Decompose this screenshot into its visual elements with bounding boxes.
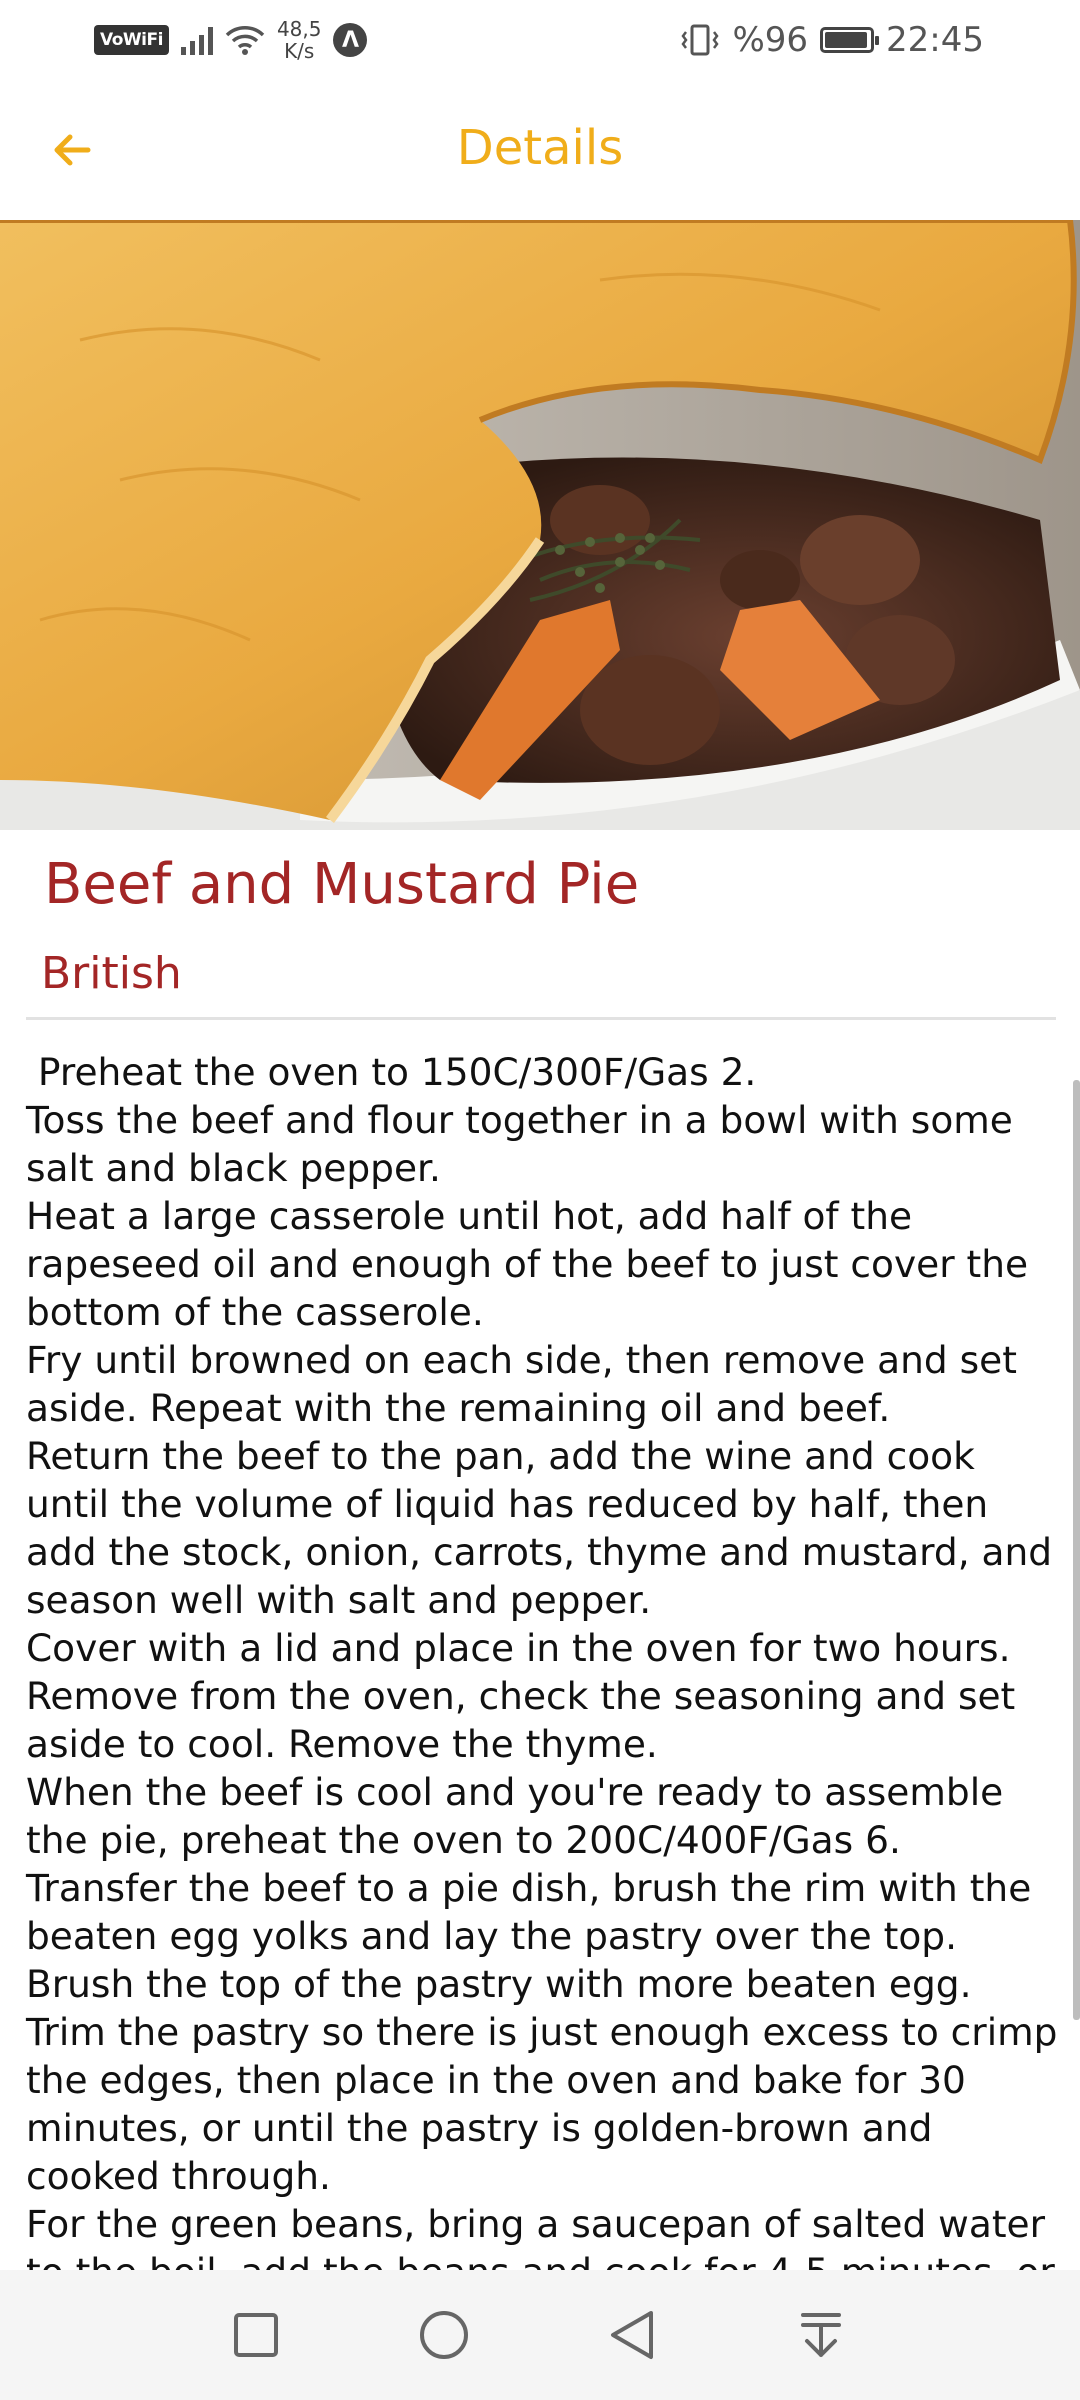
square-icon	[234, 2313, 278, 2357]
vibrate-icon	[681, 24, 719, 56]
wifi-icon	[225, 26, 265, 55]
battery-percent: %96	[732, 20, 809, 60]
net-speed-value: 48,5	[276, 17, 322, 41]
scrollbar[interactable]	[1073, 1080, 1080, 2020]
system-nav-bar	[0, 2270, 1080, 2400]
beef-pie-photo	[0, 220, 1080, 830]
network-speed: 48,5 K/s	[277, 18, 322, 62]
triangle-back-icon	[611, 2311, 653, 2359]
status-right: %96 22:45	[680, 14, 984, 66]
battery-icon	[820, 27, 880, 53]
page-title: Details	[456, 120, 624, 176]
notification-badge-icon: Λ	[333, 23, 368, 57]
meal-image	[0, 220, 1080, 830]
status-left: VoWiFi 48,5 K/s Λ	[94, 14, 368, 66]
signal-strength-icon	[180, 25, 213, 55]
meal-details[interactable]: Beef and Mustard Pie British Preheat the…	[0, 830, 1080, 2270]
notification-pull-button[interactable]	[786, 2300, 856, 2370]
clock: 22:45	[886, 20, 984, 60]
divider	[26, 1017, 1056, 1020]
battery-level	[825, 32, 868, 48]
back-nav-button[interactable]	[597, 2300, 667, 2370]
status-bar: VoWiFi 48,5 K/s Λ %96 22:45	[0, 0, 1080, 80]
meal-instructions: Preheat the oven to 150C/300F/Gas 2. Tos…	[26, 1050, 1058, 2270]
meal-area: British	[41, 948, 182, 999]
app-bar: Details	[0, 80, 1080, 220]
notification-pull-icon	[801, 2313, 841, 2357]
home-button[interactable]	[409, 2300, 479, 2370]
net-speed-unit: K/s	[284, 39, 315, 63]
meal-title: Beef and Mustard Pie	[44, 852, 640, 917]
circle-icon	[420, 2311, 468, 2359]
vowifi-icon: VoWiFi	[94, 25, 169, 55]
recent-apps-button[interactable]	[221, 2300, 291, 2370]
